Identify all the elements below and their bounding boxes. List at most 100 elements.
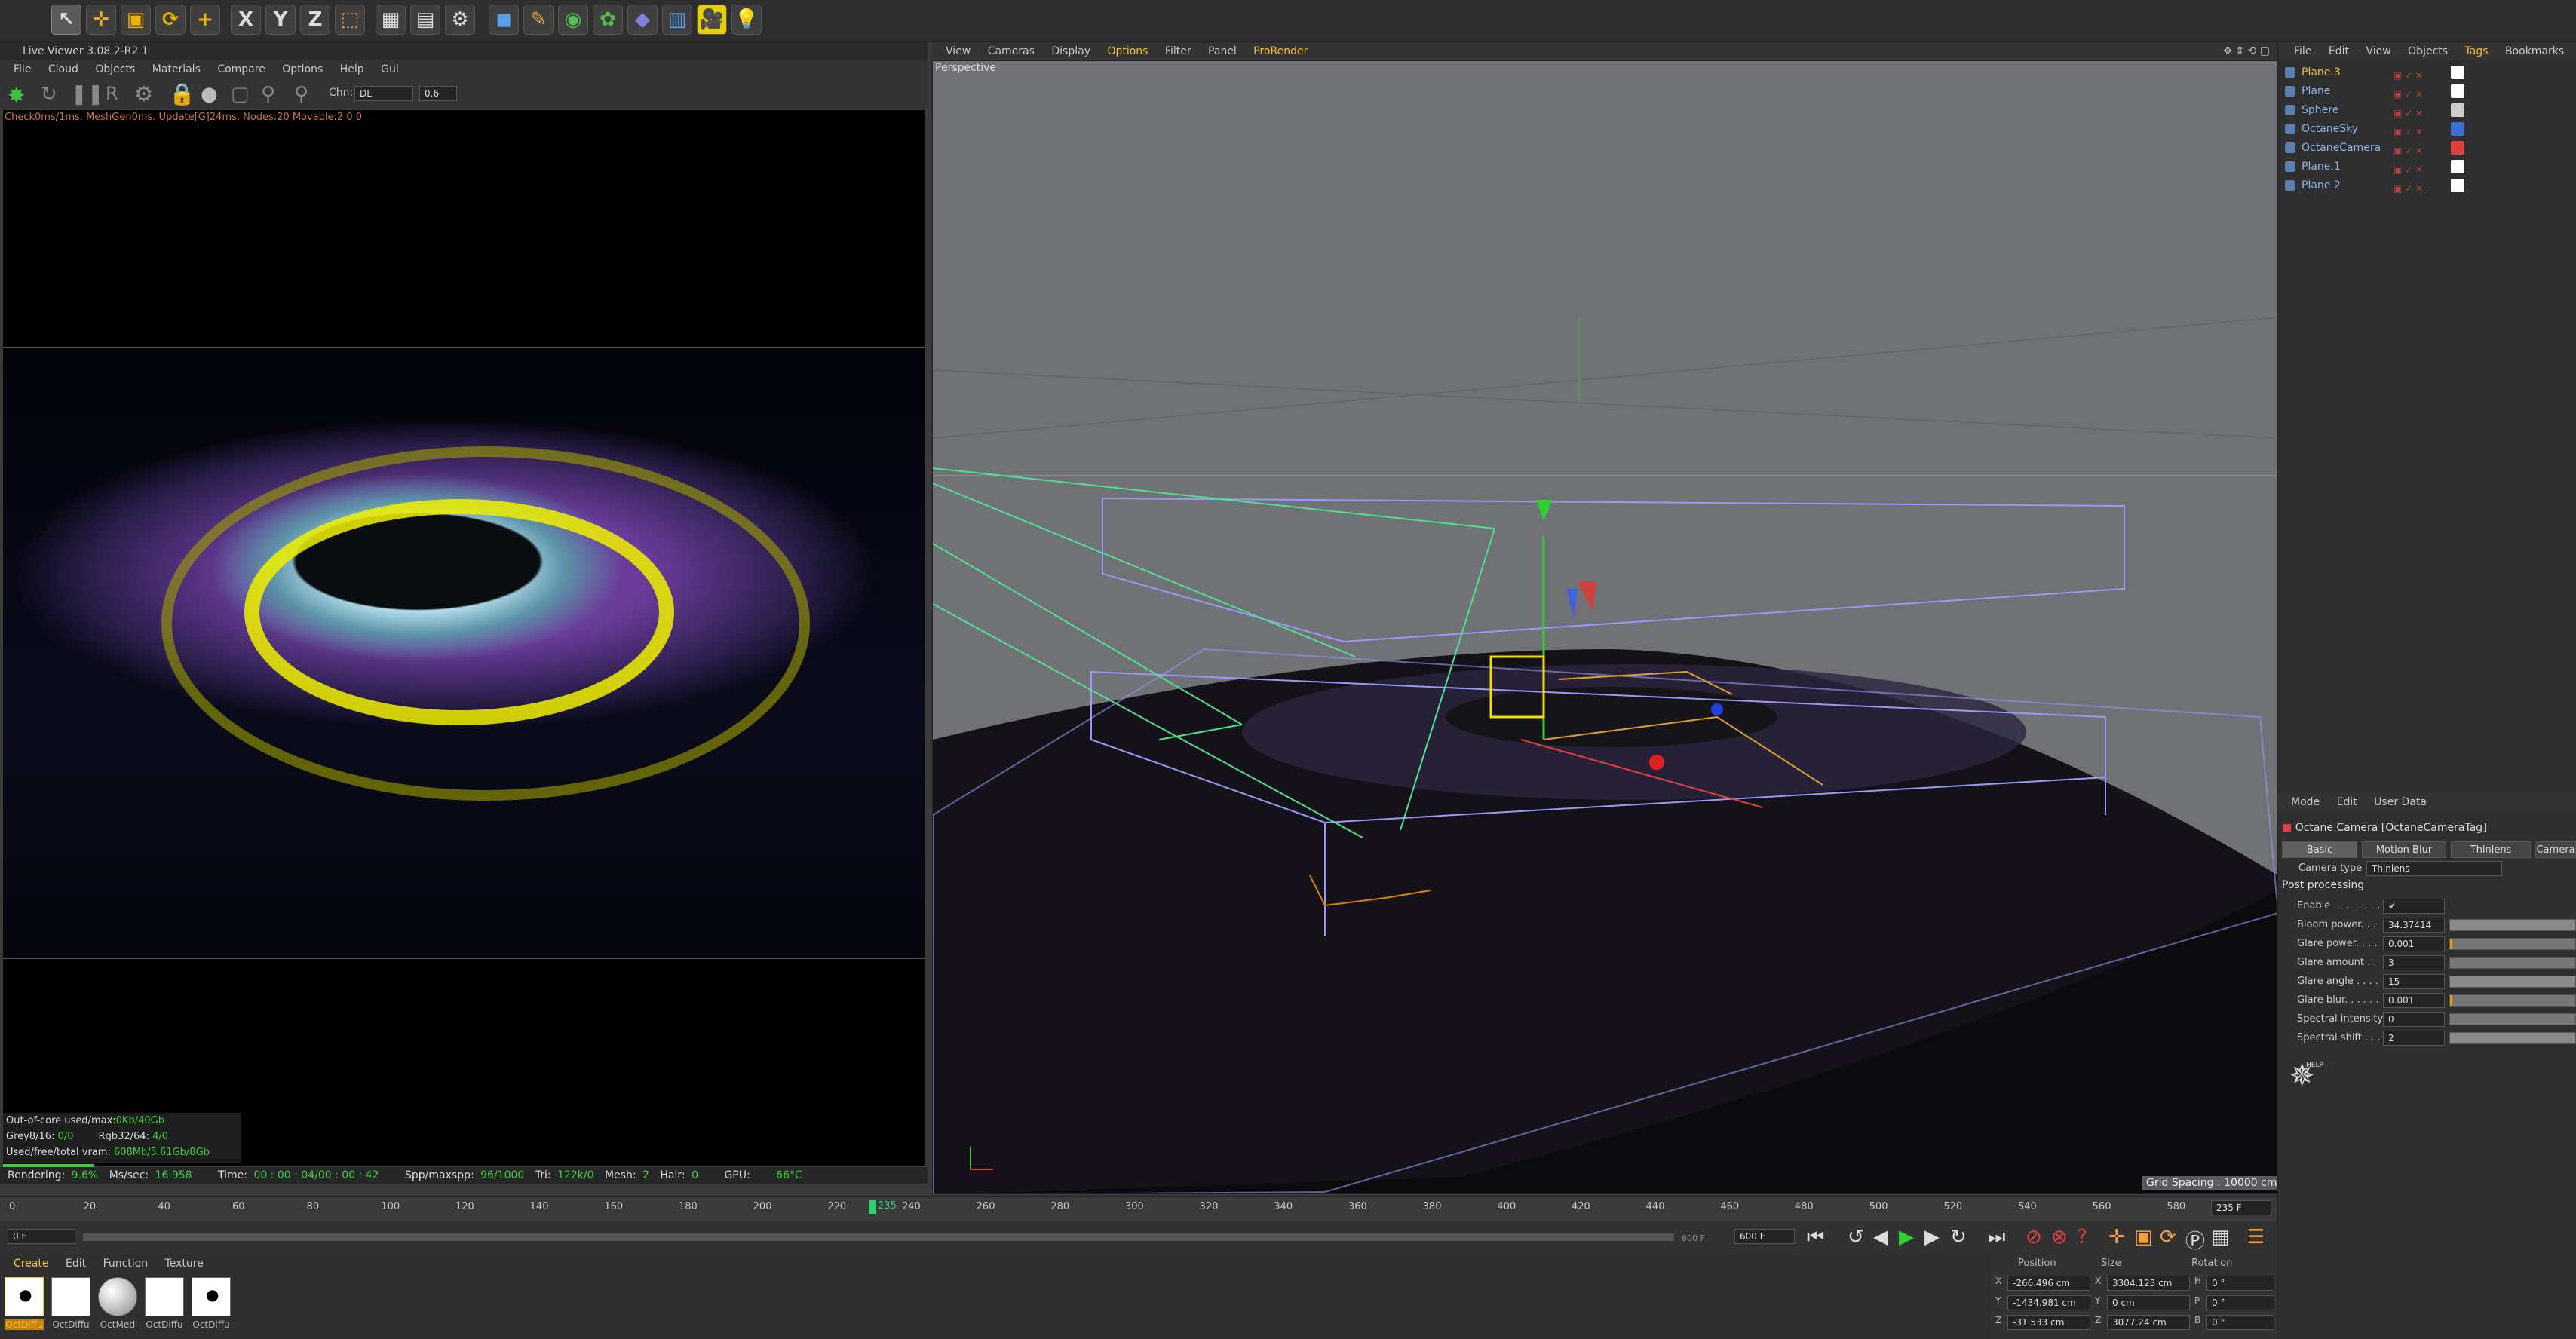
deformer-icon[interactable]: ◆	[627, 5, 658, 35]
tag-icon[interactable]	[2451, 160, 2464, 173]
attribute-value-field[interactable]: 15	[2383, 974, 2445, 989]
timeline-playhead[interactable]	[869, 1200, 876, 1214]
tab-thinlens[interactable]: Thinlens	[2451, 841, 2531, 858]
coordinate-system-icon[interactable]: ⬚	[335, 5, 365, 35]
object-row[interactable]: Plane ▣ ✓ ✕	[2280, 82, 2576, 100]
attribute-slider[interactable]	[2449, 919, 2576, 931]
mat-menu-function[interactable]: Function	[103, 1255, 149, 1273]
tag-icon[interactable]	[2451, 84, 2464, 98]
lv-menu-file[interactable]: File	[14, 60, 31, 78]
coord-size-field[interactable]: 3304.123 cm	[2107, 1276, 2190, 1291]
am-menu-userdata[interactable]: User Data	[2374, 793, 2427, 811]
perspective-viewport[interactable]	[932, 60, 2277, 1194]
attribute-value-field[interactable]: 0.001	[2383, 936, 2445, 951]
attribute-slider[interactable]	[2449, 1032, 2576, 1044]
coord-rotation-field[interactable]: 0 °	[2206, 1276, 2274, 1291]
attribute-slider[interactable]	[2449, 994, 2576, 1007]
start-frame-field[interactable]: 0 F	[8, 1229, 75, 1244]
x-axis-button[interactable]: X	[231, 5, 261, 35]
vp-menu-cameras[interactable]: Cameras	[988, 42, 1035, 60]
camera-type-select[interactable]: Thinlens	[2366, 861, 2502, 876]
add-tool-icon[interactable]: +	[190, 5, 220, 35]
lv-menu-compare[interactable]: Compare	[217, 60, 265, 78]
attribute-value-field[interactable]: ✔	[2383, 899, 2445, 914]
prev-frame-icon[interactable]: ◀	[1873, 1226, 1888, 1249]
material-swatch[interactable]	[145, 1277, 184, 1316]
attribute-value-field[interactable]: 3	[2383, 955, 2445, 970]
lv-menu-materials[interactable]: Materials	[152, 60, 201, 78]
am-menu-edit[interactable]: Edit	[2337, 793, 2357, 811]
tag-icon[interactable]	[2451, 122, 2464, 136]
om-menu-bookmarks[interactable]: Bookmarks	[2505, 42, 2564, 60]
object-row[interactable]: OctaneCamera ▣ ✓ ✕	[2280, 139, 2576, 157]
chn-select[interactable]: DL	[354, 86, 413, 101]
coord-rotation-field[interactable]: 0 °	[2206, 1315, 2274, 1330]
mat-menu-texture[interactable]: Texture	[165, 1255, 204, 1273]
render-view-icon[interactable]: ▤	[410, 5, 440, 35]
object-row[interactable]: Sphere ▣ ✓ ✕	[2280, 101, 2576, 119]
coord-rotation-field[interactable]: 0 °	[2206, 1295, 2274, 1310]
tag-icon[interactable]	[2451, 179, 2464, 192]
om-menu-edit[interactable]: Edit	[2329, 42, 2349, 60]
object-row[interactable]: Plane.1 ▣ ✓ ✕	[2280, 158, 2576, 176]
camera-icon[interactable]: 🎥	[697, 5, 727, 35]
prev-key-icon[interactable]: ↺	[1848, 1226, 1864, 1249]
scale-tool-icon[interactable]: ▣	[121, 5, 151, 35]
am-menu-mode[interactable]: Mode	[2291, 793, 2320, 811]
visibility-toggles[interactable]: ▣ ✓ ✕	[2394, 123, 2442, 137]
visibility-toggles[interactable]: ▣ ✓ ✕	[2394, 161, 2442, 175]
render-settings-icon[interactable]: ⚙	[445, 5, 475, 35]
nurbs-icon[interactable]: ◉	[558, 5, 588, 35]
floor-icon[interactable]: ▥	[662, 5, 692, 35]
attribute-value-field[interactable]: 0	[2383, 1012, 2445, 1027]
z-axis-button[interactable]: Z	[300, 5, 330, 35]
cube-icon[interactable]: ◼	[489, 5, 519, 35]
end-frame-field[interactable]: 600 F	[1734, 1229, 1795, 1244]
render-start-icon[interactable]: ✸	[8, 83, 25, 108]
coord-position-field[interactable]: -31.533 cm	[2007, 1315, 2090, 1330]
material-swatch[interactable]	[98, 1277, 137, 1316]
settings-icon[interactable]: ⚙	[134, 81, 153, 106]
visibility-toggles[interactable]: ▣ ✓ ✕	[2394, 142, 2442, 156]
attribute-slider[interactable]	[2449, 957, 2576, 969]
attribute-slider[interactable]	[2449, 976, 2576, 988]
region-icon[interactable]: ▢	[231, 83, 250, 106]
coord-size-field[interactable]: 0 cm	[2107, 1295, 2190, 1310]
cloner-icon[interactable]: ✿	[593, 5, 623, 35]
sphere-icon[interactable]: ●	[201, 83, 218, 106]
record-icon[interactable]: ⊘	[2026, 1226, 2042, 1249]
coord-position-field[interactable]: -266.496 cm	[2007, 1276, 2090, 1291]
play-icon[interactable]: ▶	[1899, 1226, 1914, 1249]
lv-menu-help[interactable]: Help	[340, 60, 364, 78]
y-axis-button[interactable]: Y	[265, 5, 296, 35]
object-row[interactable]: OctaneSky ▣ ✓ ✕	[2280, 120, 2576, 138]
visibility-toggles[interactable]: ▣ ✓ ✕	[2394, 104, 2442, 118]
vp-menu-panel[interactable]: Panel	[1208, 42, 1237, 60]
attribute-value-field[interactable]: 34.37414	[2383, 918, 2445, 933]
key-position-icon[interactable]: ✛	[2108, 1226, 2125, 1249]
attribute-value-field[interactable]: 2	[2383, 1031, 2445, 1046]
material-swatch[interactable]: ●	[192, 1277, 231, 1316]
vp-menu-filter[interactable]: Filter	[1165, 42, 1191, 60]
object-row[interactable]: Plane.3 ▣ ✓ ✕	[2280, 63, 2576, 81]
render-region-icon[interactable]: ▦	[376, 5, 406, 35]
chn-value-field[interactable]: 0.6	[419, 86, 457, 101]
viewport-nav-icons[interactable]: ✥ ⇕ ⟲ ▢	[2223, 42, 2270, 60]
attribute-value-field[interactable]: 0.001	[2383, 993, 2445, 1008]
tab-camera[interactable]: Camera	[2535, 841, 2576, 858]
om-menu-file[interactable]: File	[2294, 42, 2311, 60]
attribute-slider[interactable]	[2449, 1013, 2576, 1025]
attribute-slider[interactable]	[2449, 938, 2576, 950]
vp-menu-prorender[interactable]: ProRender	[1253, 42, 1308, 60]
frame-display-field[interactable]: 235 F	[2211, 1200, 2271, 1215]
pause-icon[interactable]: ❚❚	[71, 83, 104, 106]
move-tool-icon[interactable]: ✛	[86, 5, 116, 35]
pen-icon[interactable]: ✎	[523, 5, 554, 35]
next-frame-icon[interactable]: ▶	[1924, 1226, 1940, 1249]
om-menu-tags[interactable]: Tags	[2465, 42, 2489, 60]
next-key-icon[interactable]: ↻	[1950, 1226, 1967, 1249]
tag-icon[interactable]	[2451, 141, 2464, 155]
autokey-icon[interactable]: ⊗	[2051, 1226, 2068, 1249]
keyframe-help-icon[interactable]: ?	[2077, 1226, 2087, 1249]
timeline-ruler[interactable]: 0 20 40 60 80 100 120 140 160 180 200 220 240 260 280 3…	[0, 1196, 2277, 1221]
